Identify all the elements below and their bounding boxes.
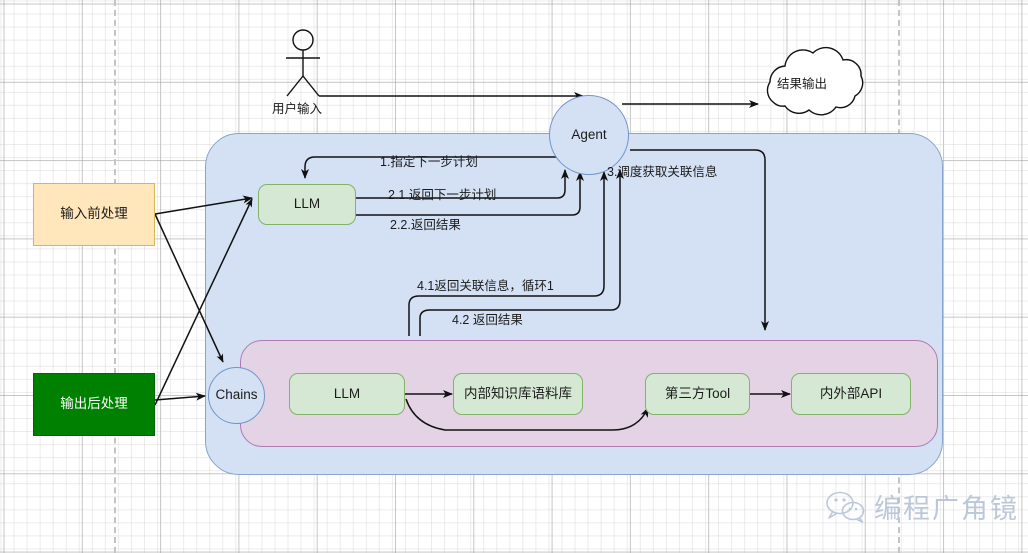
actor-label: 用户输入 bbox=[272, 102, 323, 116]
connector-layer bbox=[154, 29, 864, 431]
postprocess-box[interactable]: 输出后处理 bbox=[33, 373, 155, 436]
edge-label-step4-2: 4.2 返回结果 bbox=[452, 313, 523, 327]
chain-node-knowledge-base-label: 内部知识库语料库 bbox=[464, 385, 572, 401]
chain-node-api-label: 内外部API bbox=[819, 385, 883, 401]
chains-label: Chains bbox=[215, 387, 258, 403]
edge-label-step2-2: 2.2.返回结果 bbox=[390, 218, 461, 232]
chain-node-llm-label: LLM bbox=[333, 385, 361, 401]
edge-postprocess-to-chains bbox=[154, 392, 206, 401]
chain-node-api[interactable]: 内外部API bbox=[791, 373, 911, 415]
actor-stickman bbox=[286, 29, 320, 97]
edge-preprocess-to-chains bbox=[154, 213, 224, 363]
watermark: 编程广角镜 bbox=[825, 487, 1019, 526]
edge-label-step4-1: 4.1返回关联信息，循环1 bbox=[417, 279, 554, 293]
agent-node[interactable]: Agent bbox=[549, 95, 629, 175]
diagram-canvas: Agent Chains LLM 输入前处理 输出后处理 LLM 内部知识库语料… bbox=[0, 0, 1028, 553]
edge-label-step2-1: 2.1.返回下一步计划 bbox=[388, 188, 497, 202]
wechat-icon bbox=[826, 491, 865, 523]
chain-node-knowledge-base[interactable]: 内部知识库语料库 bbox=[453, 373, 583, 415]
chain-node-third-party-tool[interactable]: 第三方Tool bbox=[645, 373, 750, 415]
edge-label-step1: 1.指定下一步计划 bbox=[380, 155, 478, 169]
chain-node-third-party-tool-label: 第三方Tool bbox=[664, 385, 731, 401]
agent-llm-label: LLM bbox=[293, 196, 321, 212]
output-cloud-label: 结果输出 bbox=[777, 77, 828, 91]
edge-preprocess-to-llm bbox=[154, 195, 253, 215]
watermark-text: 编程广角镜 bbox=[874, 494, 1019, 525]
postprocess-label: 输出后处理 bbox=[60, 396, 128, 412]
agent-label: Agent bbox=[571, 126, 607, 142]
edge-label-step3: 3.调度获取关联信息 bbox=[607, 165, 718, 179]
chains-node[interactable]: Chains bbox=[208, 367, 265, 424]
preprocess-box[interactable]: 输入前处理 bbox=[33, 183, 155, 246]
agent-llm-box[interactable]: LLM bbox=[258, 184, 356, 225]
preprocess-label: 输入前处理 bbox=[60, 206, 128, 222]
chain-node-llm[interactable]: LLM bbox=[289, 373, 405, 415]
